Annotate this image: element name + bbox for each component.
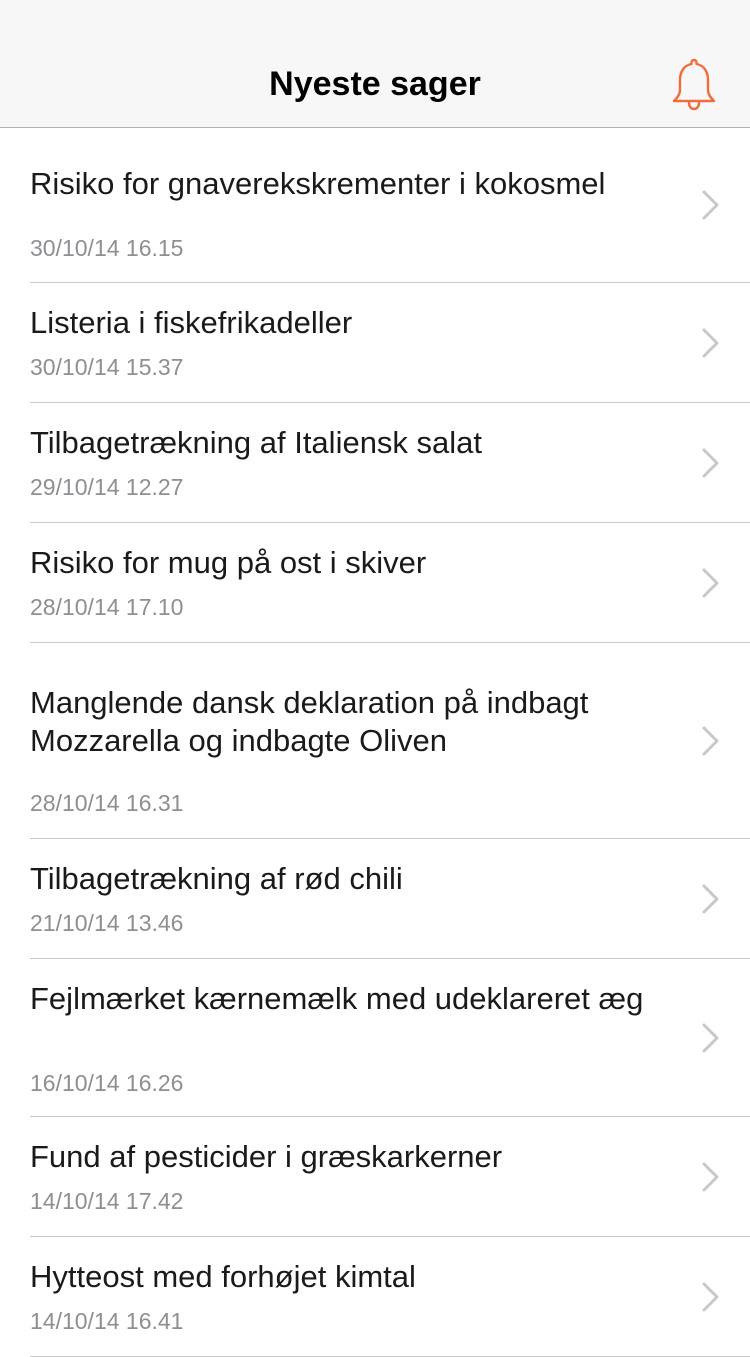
item-title: Tilbagetrækning af rød chili: [30, 861, 403, 896]
item-date: 30/10/14 16.15: [30, 235, 184, 261]
list-item[interactable]: Hytteost med forhøjet kimtal 14/10/14 16…: [0, 1237, 750, 1357]
item-date: 16/10/14 16.26: [30, 1070, 184, 1096]
chevron-right-icon: [702, 884, 719, 914]
chevron-right-icon: [702, 190, 719, 220]
item-title: Fejlmærket kærnemælk med udeklareret æg: [30, 981, 644, 1016]
item-date: 14/10/14 16.41: [30, 1308, 184, 1334]
list-item[interactable]: Tilbagetrækning af rød chili 21/10/14 13…: [0, 839, 750, 959]
chevron-right-icon: [702, 726, 719, 756]
item-title: Tilbagetrækning af Italiensk salat: [30, 425, 483, 460]
item-date: 30/10/14 15.37: [30, 354, 184, 380]
list-item[interactable]: Manglende dansk deklaration på indbagt M…: [0, 643, 750, 839]
page-title: Nyeste sager: [269, 65, 481, 103]
item-date: 29/10/14 12.27: [30, 474, 184, 500]
list-item[interactable]: Risiko for mug på ost i skiver 28/10/14 …: [0, 523, 750, 643]
case-list: Risiko for gnaverekskrementer i kokosmel…: [0, 128, 750, 1357]
item-title: Fund af pesticider i græskarkerner: [30, 1139, 503, 1174]
list-item[interactable]: Risiko for gnaverekskrementer i kokosmel…: [0, 128, 750, 283]
chevron-right-icon: [702, 1023, 719, 1053]
chevron-right-icon: [702, 328, 719, 358]
item-title: Risiko for mug på ost i skiver: [30, 545, 427, 580]
chevron-right-icon: [702, 568, 719, 598]
item-title: Manglende dansk deklaration på indbagt M…: [30, 685, 589, 758]
chevron-right-icon: [702, 1282, 719, 1312]
item-date: 14/10/14 17.42: [30, 1188, 184, 1214]
item-title: Hytteost med forhøjet kimtal: [30, 1259, 416, 1294]
list-item[interactable]: Listeria i fiskefrikadeller 30/10/14 15.…: [0, 283, 750, 403]
item-title: Listeria i fiskefrikadeller: [30, 305, 353, 340]
list-item[interactable]: Tilbagetrækning af Italiensk salat 29/10…: [0, 403, 750, 523]
chevron-right-icon: [702, 448, 719, 478]
list-item[interactable]: Fejlmærket kærnemælk med udeklareret æg …: [0, 959, 750, 1117]
navigation-bar: Nyeste sager: [0, 0, 750, 128]
list-item[interactable]: Fund af pesticider i græskarkerner 14/10…: [0, 1117, 750, 1237]
bell-icon[interactable]: [664, 54, 724, 114]
item-date: 28/10/14 17.10: [30, 594, 184, 620]
item-date: 28/10/14 16.31: [30, 790, 184, 816]
item-date: 21/10/14 13.46: [30, 910, 184, 936]
item-title: Risiko for gnaverekskrementer i kokosmel: [30, 166, 606, 201]
chevron-right-icon: [702, 1162, 719, 1192]
